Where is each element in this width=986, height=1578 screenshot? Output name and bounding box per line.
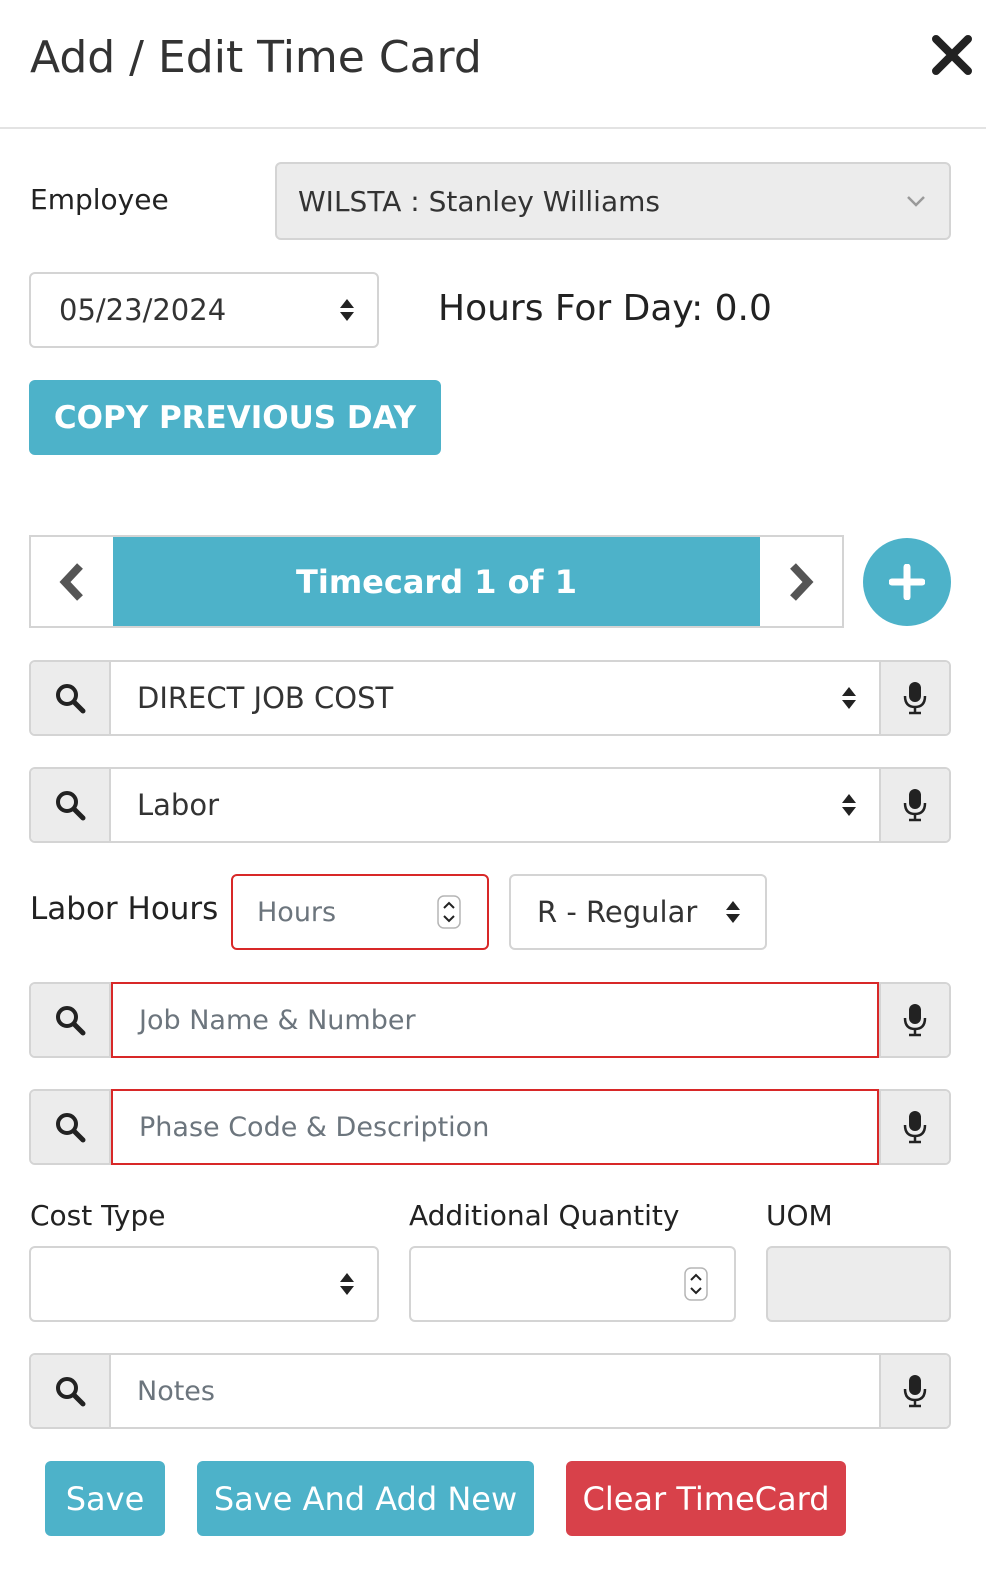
type-search-button[interactable] — [31, 769, 111, 841]
timecard-pager: Timecard 1 of 1 — [29, 535, 844, 628]
hours-input[interactable]: Hours — [231, 874, 489, 950]
phase-input-group: Phase Code & Description — [29, 1089, 951, 1165]
number-spinner-icon[interactable] — [437, 895, 461, 929]
job-name-input[interactable]: Job Name & Number — [111, 982, 879, 1058]
save-button[interactable]: Save — [45, 1461, 165, 1536]
employee-select[interactable]: WILSTA : Stanley Williams — [275, 162, 951, 240]
save-and-add-new-button[interactable]: Save And Add New — [197, 1461, 534, 1536]
search-icon — [56, 1006, 86, 1036]
notes-search-button[interactable] — [31, 1355, 111, 1427]
sort-icon — [340, 299, 354, 321]
previous-timecard-button[interactable] — [31, 537, 113, 626]
job-voice-button[interactable] — [879, 984, 949, 1056]
category-select[interactable]: DIRECT JOB COST — [111, 662, 879, 734]
additional-quantity-input[interactable] — [409, 1246, 736, 1322]
type-select[interactable]: Labor — [111, 769, 879, 841]
chevron-left-icon — [59, 562, 83, 601]
phase-code-placeholder: Phase Code & Description — [139, 1111, 490, 1143]
hours-placeholder: Hours — [257, 896, 337, 928]
chevron-right-icon — [790, 562, 814, 601]
microphone-icon — [903, 682, 927, 715]
uom-field — [766, 1246, 951, 1322]
category-voice-button[interactable] — [879, 662, 949, 734]
uom-label: UOM — [766, 1199, 833, 1232]
job-input-group: Job Name & Number — [29, 982, 951, 1058]
sort-icon — [842, 687, 856, 709]
plus-icon — [889, 564, 925, 600]
sort-icon — [340, 1273, 354, 1295]
notes-placeholder: Notes — [137, 1375, 215, 1407]
employee-label: Employee — [30, 183, 169, 216]
notes-input-group: Notes — [29, 1353, 951, 1429]
cost-type-label: Cost Type — [30, 1199, 166, 1232]
date-value: 05/23/2024 — [59, 293, 227, 327]
microphone-icon — [903, 1375, 927, 1408]
additional-quantity-label: Additional Quantity — [409, 1199, 680, 1232]
job-search-button[interactable] — [31, 984, 111, 1056]
next-timecard-button[interactable] — [760, 537, 842, 626]
category-select-value: DIRECT JOB COST — [137, 681, 394, 715]
category-search-button[interactable] — [31, 662, 111, 734]
search-icon — [56, 1377, 86, 1407]
type-input-group: Labor — [29, 767, 951, 843]
close-button[interactable] — [930, 30, 974, 80]
phase-code-input[interactable]: Phase Code & Description — [111, 1089, 879, 1165]
search-icon — [56, 791, 86, 821]
search-icon — [56, 684, 86, 714]
chevron-down-icon — [907, 196, 925, 207]
microphone-icon — [903, 1111, 927, 1144]
pay-type-select[interactable]: R - Regular — [509, 874, 767, 950]
add-timecard-button[interactable] — [863, 538, 951, 626]
cost-type-select[interactable] — [29, 1246, 379, 1322]
timecard-counter: Timecard 1 of 1 — [113, 537, 760, 626]
job-name-placeholder: Job Name & Number — [139, 1004, 416, 1036]
header-divider — [0, 127, 986, 129]
microphone-icon — [903, 1004, 927, 1037]
labor-hours-label: Labor Hours — [30, 891, 219, 927]
type-select-value: Labor — [137, 788, 220, 822]
clear-timecard-button[interactable]: Clear TimeCard — [566, 1461, 846, 1536]
notes-voice-button[interactable] — [879, 1355, 949, 1427]
phase-voice-button[interactable] — [879, 1091, 949, 1163]
type-voice-button[interactable] — [879, 769, 949, 841]
microphone-icon — [903, 789, 927, 822]
search-icon — [56, 1113, 86, 1143]
pay-type-value: R - Regular — [537, 895, 698, 929]
employee-select-value: WILSTA : Stanley Williams — [298, 184, 660, 218]
phase-search-button[interactable] — [31, 1091, 111, 1163]
notes-input[interactable]: Notes — [111, 1355, 879, 1427]
date-select[interactable]: 05/23/2024 — [29, 272, 379, 348]
sort-icon — [726, 901, 740, 923]
modal-title: Add / Edit Time Card — [30, 32, 482, 83]
sort-icon — [842, 794, 856, 816]
category-input-group: DIRECT JOB COST — [29, 660, 951, 736]
close-icon — [932, 35, 972, 75]
hours-for-day: Hours For Day: 0.0 — [438, 288, 772, 329]
number-spinner-icon[interactable] — [684, 1267, 708, 1301]
copy-previous-day-button[interactable]: COPY PREVIOUS DAY — [29, 380, 441, 455]
